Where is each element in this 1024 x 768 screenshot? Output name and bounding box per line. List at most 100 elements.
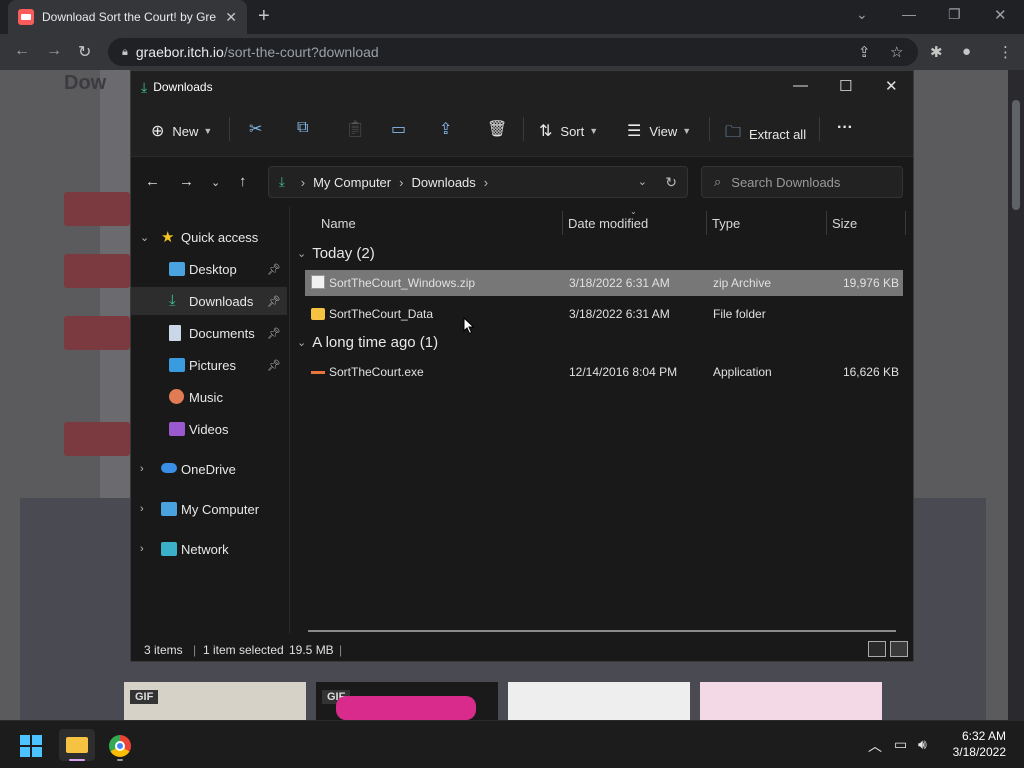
refresh-icon[interactable]: ↻	[665, 174, 677, 191]
explorer-maximize-button[interactable]: ☐	[839, 77, 852, 95]
chrome-menu-icon[interactable]: ⋮	[998, 43, 1013, 61]
share-icon[interactable]: ⇪	[439, 119, 452, 139]
address-bar[interactable]: 🔒︎ graebor.itch.io /sort-the-court?downl…	[108, 38, 918, 66]
breadcrumb-my-computer[interactable]: My Computer	[313, 175, 391, 190]
column-header-name[interactable]: Name	[321, 216, 356, 240]
browser-tab[interactable]: Download Sort the Court! by Gre ✕	[8, 0, 247, 34]
pin-icon[interactable]: 📌︎	[267, 263, 281, 276]
nav-downloads[interactable]: ⤓ Downloads 📌︎	[131, 287, 287, 315]
chevron-right-icon: ›	[483, 174, 489, 190]
pin-icon[interactable]: 📌︎	[267, 327, 281, 340]
forward-arrow-icon[interactable]: →	[179, 173, 194, 190]
address-breadcrumb[interactable]: ⤓ › My Computer › Downloads › ⌄ ↻	[268, 166, 688, 198]
application-icon	[311, 371, 325, 374]
divider	[819, 117, 820, 141]
restore-button[interactable]: ❐	[948, 6, 961, 23]
sort-button[interactable]: ⇅ Sort ▼	[539, 121, 598, 141]
details-view-icon[interactable]	[868, 641, 886, 657]
pin-icon[interactable]: 📌︎	[267, 295, 281, 308]
nav-documents[interactable]: Documents 📌︎	[131, 319, 287, 347]
group-header-long-ago[interactable]: ⌄ A long time ago (1)	[297, 334, 438, 351]
tab-search-icon[interactable]: ⌄	[856, 6, 868, 23]
delete-icon[interactable]: 🗑︎	[487, 119, 507, 139]
gif-badge: GIF	[130, 690, 159, 704]
nav-videos[interactable]: Videos	[131, 415, 287, 443]
forward-button[interactable]: →	[46, 42, 62, 60]
extract-all-button[interactable]: 🗀︎ Extract all	[725, 121, 806, 148]
bookmark-star-icon[interactable]: ☆	[890, 43, 903, 61]
network-status-icon[interactable]: ▭	[894, 736, 907, 753]
profile-icon[interactable]: ●	[962, 43, 971, 60]
file-row-exe[interactable]: SortTheCourt.exe 12/14/2016 8:04 PM Appl…	[305, 359, 903, 385]
nav-quick-access[interactable]: ⌄ ★ Quick access	[131, 223, 287, 251]
extract-folder-icon: 🗀︎	[725, 124, 742, 141]
nav-my-computer[interactable]: › My Computer	[131, 495, 287, 523]
extensions-icon[interactable]: ✱	[930, 43, 943, 61]
nav-pictures[interactable]: Pictures 📌︎	[131, 351, 287, 379]
new-tab-button[interactable]: +	[258, 6, 270, 26]
column-divider[interactable]	[562, 211, 563, 235]
download-arrow-icon: ⤓	[141, 78, 148, 95]
breadcrumb-downloads[interactable]: Downloads	[411, 175, 475, 190]
column-divider[interactable]	[706, 211, 707, 235]
file-explorer-taskbar-icon[interactable]	[59, 729, 95, 761]
nav-music[interactable]: Music	[131, 383, 287, 411]
column-divider[interactable]	[905, 211, 906, 235]
volume-icon[interactable]: 🔊︎	[918, 736, 927, 753]
reload-button[interactable]: ↻	[78, 42, 91, 62]
nav-network[interactable]: › Network	[131, 535, 287, 563]
file-type: zip Archive	[713, 276, 772, 290]
file-date: 3/18/2022 6:31 AM	[569, 276, 670, 290]
explorer-close-button[interactable]: ✕	[885, 77, 898, 95]
paste-icon[interactable]: 📋︎	[345, 119, 365, 139]
pin-icon[interactable]: 📌︎	[267, 359, 281, 372]
chevron-right-icon: ›	[140, 503, 144, 515]
file-row-folder[interactable]: SortTheCourt_Data 3/18/2022 6:31 AM File…	[305, 301, 903, 327]
scrollbar-thumb[interactable]	[1012, 100, 1020, 210]
column-header-type[interactable]: Type	[712, 216, 740, 240]
file-row-zip[interactable]: SortTheCourt_Windows.zip 3/18/2022 6:31 …	[305, 270, 903, 296]
group-label: Today (2)	[312, 245, 375, 262]
horizontal-scrollbar[interactable]	[308, 630, 896, 632]
sort-indicator-icon: ⌄	[630, 207, 637, 216]
folder-icon	[311, 308, 325, 320]
nav-desktop[interactable]: Desktop 📌︎	[131, 255, 287, 283]
large-icons-view-icon[interactable]	[890, 641, 908, 657]
desktop-icon	[169, 262, 185, 276]
file-name: SortTheCourt_Windows.zip	[329, 276, 476, 290]
start-button[interactable]	[20, 735, 42, 757]
cut-icon[interactable]: ✂	[249, 119, 262, 139]
pane-divider[interactable]	[289, 207, 290, 633]
column-header-size[interactable]: Size	[832, 216, 857, 240]
selected-size: 19.5 MB	[289, 643, 334, 657]
new-button[interactable]: ⊕ New ▼	[151, 121, 212, 141]
game-thumbnail: GIF	[124, 682, 306, 720]
rename-icon[interactable]: ▭	[391, 119, 406, 139]
more-options-icon[interactable]: ···	[837, 119, 853, 137]
close-window-button[interactable]: ✕	[994, 6, 1007, 24]
up-arrow-icon[interactable]: ↑	[239, 173, 247, 190]
back-arrow-icon[interactable]: ←	[145, 173, 160, 190]
back-button[interactable]: ←	[14, 42, 30, 60]
search-box[interactable]: ⌕ Search Downloads	[701, 166, 903, 198]
share-icon[interactable]: ⇪	[858, 43, 871, 61]
view-button[interactable]: ☰ View ▼	[627, 121, 691, 141]
game-thumbnail: GIF	[316, 682, 498, 720]
column-divider[interactable]	[826, 211, 827, 235]
address-history-icon[interactable]: ⌄	[638, 175, 647, 188]
show-hidden-icons-icon[interactable]: ︿	[868, 736, 882, 756]
tab-close-icon[interactable]: ✕	[225, 9, 237, 26]
chrome-taskbar-icon[interactable]	[102, 729, 138, 761]
url-host: graebor.itch.io	[135, 44, 224, 60]
explorer-minimize-button[interactable]: —	[793, 77, 808, 94]
copy-icon[interactable]: ⧉	[297, 119, 308, 137]
nav-label: My Computer	[181, 501, 260, 517]
group-header-today[interactable]: ⌄ Today (2)	[297, 245, 375, 262]
nav-onedrive[interactable]: › OneDrive	[131, 455, 287, 483]
page-scrollbar[interactable]	[1008, 70, 1024, 720]
system-clock[interactable]: 6:32 AM 3/18/2022	[953, 728, 1006, 760]
column-header-date[interactable]: Date modified	[568, 216, 648, 240]
recent-locations-icon[interactable]: ⌄	[211, 176, 220, 189]
file-name: SortTheCourt_Data	[329, 307, 434, 321]
minimize-button[interactable]: —	[902, 6, 916, 22]
